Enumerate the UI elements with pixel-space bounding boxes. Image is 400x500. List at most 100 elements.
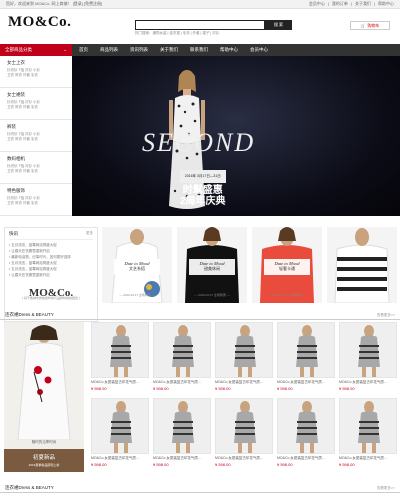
product-card[interactable]: MO&Co.女夏装复古印花气质... ¥ 598.00 — [91, 398, 149, 474]
promo-date: — 2016.04.17 全场特惠 — — [194, 293, 230, 297]
product-image — [277, 398, 335, 454]
product-name[interactable]: MO&Co.女夏装复古印花气质... — [91, 380, 149, 385]
product-card[interactable]: MO&Co.女夏装复古印花气质... ¥ 598.00 — [215, 398, 273, 474]
product-card[interactable]: MO&Co.女夏装复古印花气质... ¥ 598.00 — [339, 398, 397, 474]
all-categories-button[interactable]: 全部商品分类 ⌄ — [0, 44, 72, 56]
promo-card[interactable]: Date to Mood 文艺系搭 — 2016.04.17 全场特惠 — — [102, 227, 172, 303]
promo-label: Date to Mood 轻奢卡通 — [264, 259, 310, 275]
product-image — [91, 322, 149, 378]
product-name[interactable]: MO&Co.女夏装复古印花气质... — [339, 380, 397, 385]
top-link-member[interactable]: 会员中心 — [309, 1, 325, 7]
nav-member[interactable]: 会员中心 — [245, 47, 273, 53]
section-more-link[interactable]: 查看更多>> — [377, 313, 395, 318]
hot-search-words[interactable]: 热门搜索：通勤女装 | 连衣裙 | 毛衣 | 外套 | 裙子 | 衬衫 — [135, 31, 219, 36]
section-title: 连衣裙Dress & BEAUTY — [5, 485, 54, 490]
category-item[interactable]: 裤装 针织衫 T恤 衬衫 小衫 卫衣 风衣 外套 毛衣 — [0, 120, 72, 152]
nav-news[interactable]: 资讯列表 — [125, 47, 153, 53]
banner-date-pill: 2016年 3月17日—31日 — [180, 170, 226, 183]
promo-image — [327, 227, 397, 303]
product-card[interactable]: MO&Co.女夏装复古印花气质... ¥ 598.00 — [153, 322, 211, 398]
login-link[interactable]: [登录] — [73, 1, 83, 6]
promo-card[interactable] — [327, 227, 397, 303]
product-card[interactable]: MO&Co.女夏装复古印花气质... ¥ 598.00 — [215, 322, 273, 398]
product-price: ¥ 598.00 — [277, 462, 293, 467]
main-nav: 全部商品分类 ⌄ 首页 商品列表 资讯列表 关于我们 联系我们 帮助中心 会员中心 — [0, 44, 400, 56]
product-image — [153, 398, 211, 454]
search-bar: 搜 索 — [135, 20, 292, 30]
nav-home[interactable]: 首页 — [74, 47, 93, 53]
cart-icon: 🛒 — [360, 23, 366, 28]
product-price: ¥ 598.00 — [153, 462, 169, 467]
hero-banner[interactable]: SECOND 2016年 3月17日—31日 时髦盛惠 2周年庆典 — [72, 56, 400, 216]
promo-card[interactable]: Date to Mood 甜美休闲 — 2016.04.17 全场特惠 — — [177, 227, 247, 303]
product-price: ¥ 598.00 — [153, 386, 169, 391]
product-image — [153, 322, 211, 378]
site-logo[interactable]: MO&Co. — [8, 14, 134, 31]
header: MO&Co. 搜 索 热门搜索：通勤女装 | 连衣裙 | 毛衣 | 外套 | 裙… — [0, 9, 400, 35]
category-item[interactable]: 女士裙装 针织衫 T恤 衬衫 小衫 卫衣 风衣 外套 毛衣 — [0, 88, 72, 120]
product-card[interactable]: MO&Co.女夏装复古印花气质... ¥ 598.00 — [153, 398, 211, 474]
product-image — [339, 398, 397, 454]
register-link[interactable]: [免费注册] — [84, 1, 102, 6]
top-link-about[interactable]: 关于我们 — [355, 1, 371, 7]
product-name[interactable]: MO&Co.女夏装复古印花气质... — [153, 456, 211, 461]
product-price: ¥ 598.00 — [215, 386, 231, 391]
banner-season-text: SECOND — [142, 128, 256, 157]
nav-help[interactable]: 帮助中心 — [215, 47, 243, 53]
promo-card[interactable]: Date to Mood 轻奢卡通 — 2016.04.17 全场特惠 — — [252, 227, 322, 303]
cart-button[interactable]: 🛒 购物车 — [350, 21, 390, 30]
product-image — [215, 398, 273, 454]
product-price: ¥ 598.00 — [91, 462, 107, 467]
product-price: ¥ 598.00 — [339, 386, 355, 391]
search-button[interactable]: 搜 索 — [265, 20, 292, 30]
product-card[interactable]: MO&Co.女夏装复古印花气质... ¥ 598.00 — [91, 322, 149, 398]
news-panel: 快讯 更多 • 五月流言，蓝莓网站再度大促 • 让春天在衣橱里重新开启 • 最新电… — [4, 227, 98, 322]
category-sidebar: 女士上衣 针织衫 T恤 衬衫 小衫 卫衣 风衣 外套 毛衣 女士裙装 针织衫 T恤 … — [0, 56, 72, 216]
product-name[interactable]: MO&Co.女夏装复古印花气质... — [277, 456, 335, 461]
search-input[interactable] — [135, 20, 265, 30]
section-header-dress-2: 连衣裙Dress & BEAUTY 查看更多>> — [0, 484, 400, 493]
product-name[interactable]: MO&Co.女夏装复古印花气质... — [277, 380, 335, 385]
feature-image — [4, 322, 84, 441]
banner-main-text: 时髦盛惠 2周年庆典 — [180, 185, 226, 207]
nav-products[interactable]: 商品列表 — [95, 47, 123, 53]
promo-label: Date to Mood 文艺系搭 — [114, 259, 160, 275]
product-card[interactable]: MO&Co.女夏装复古印花气质... ¥ 598.00 — [277, 322, 335, 398]
welcome-text: 您好，欢迎来到 MO&Co. 网上商城！ [登录] [免费注册] — [6, 1, 103, 6]
section-more-link[interactable]: 查看更多>> — [377, 486, 395, 491]
brand-tagline: [ 基于各城市的快捷时尚与品牌时尚的结合 ] — [22, 296, 80, 300]
product-name[interactable]: MO&Co.女夏装复古印花气质... — [215, 456, 273, 461]
feature-caption: 随时的当季时尚 — [31, 440, 57, 444]
feature-banner[interactable]: 随时的当季时尚 初夏新品 2016夏季新品即刻上新 — [4, 322, 84, 472]
product-card[interactable]: MO&Co.女夏装复古印花气质... ¥ 598.00 — [339, 322, 397, 398]
cart-label: 购物车 — [367, 22, 380, 28]
category-item[interactable]: 女士上衣 针织衫 T恤 衬衫 小衫 卫衣 风衣 外套 毛衣 — [0, 56, 72, 88]
top-bar: 您好，欢迎来到 MO&Co. 网上商城！ [登录] [免费注册] 会员中心 | 我… — [0, 0, 400, 9]
product-image — [91, 398, 149, 454]
section-header-dress: 连衣裙Dress & BEAUTY 查看更多>> — [0, 311, 400, 320]
top-link-help[interactable]: 帮助中心 — [378, 1, 394, 7]
news-title: 快讯 — [9, 231, 18, 236]
news-item[interactable]: • 让春天在衣橱里重新开启 — [9, 272, 93, 278]
product-name[interactable]: MO&Co.女夏装复古印花气质... — [153, 380, 211, 385]
feature-button[interactable]: 初夏新品 2016夏季新品即刻上新 — [4, 449, 84, 472]
product-name[interactable]: MO&Co.女夏装复古印花气质... — [339, 456, 397, 461]
promo-date: — 2016.04.17 全场特惠 — — [269, 293, 305, 297]
top-link-orders[interactable]: 我的订单 — [332, 1, 348, 7]
news-more-link[interactable]: 更多 — [86, 231, 93, 237]
nav-about[interactable]: 关于我们 — [155, 47, 183, 53]
chevron-down-icon: ⌄ — [63, 47, 67, 52]
banner-headline: 2016年 3月17日—31日 时髦盛惠 2周年庆典 — [180, 170, 226, 207]
category-item[interactable]: 特色服饰 针织衫 T恤 衬衫 小衫 卫衣 风衣 外套 毛衣 — [0, 184, 72, 216]
product-image — [339, 322, 397, 378]
product-card[interactable]: MO&Co.女夏装复古印花气质... ¥ 598.00 — [277, 398, 335, 474]
section-title: 连衣裙Dress & BEAUTY — [5, 312, 54, 317]
promo-date: — 2016.04.17 全场特惠 — — [119, 293, 155, 297]
product-price: ¥ 598.00 — [277, 386, 293, 391]
product-price: ¥ 598.00 — [215, 462, 231, 467]
product-name[interactable]: MO&Co.女夏装复古印花气质... — [91, 456, 149, 461]
category-item[interactable]: 数码相机 针织衫 T恤 衬衫 小衫 卫衣 风衣 外套 毛衣 — [0, 152, 72, 184]
nav-contact[interactable]: 联系我们 — [185, 47, 213, 53]
product-name[interactable]: MO&Co.女夏装复古印花气质... — [215, 380, 273, 385]
promo-label: Date to Mood 甜美休闲 — [189, 259, 235, 275]
